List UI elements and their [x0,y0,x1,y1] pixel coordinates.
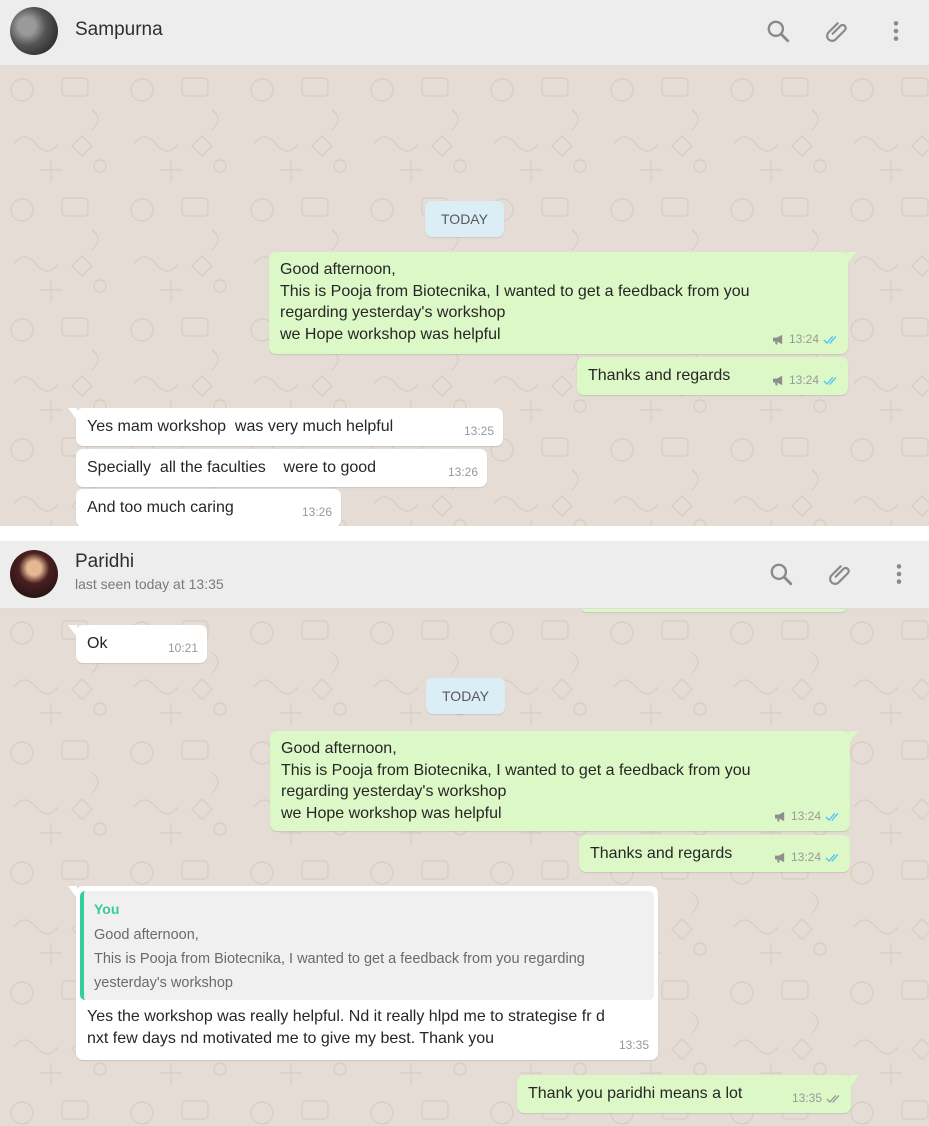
megaphone-icon [774,852,787,863]
message-text: Ok [87,635,108,652]
contact-name[interactable]: Sampurna [75,19,163,41]
message-time: 13:24 [790,849,821,864]
message-outgoing-partial [580,609,848,612]
message-outgoing[interactable]: Thanks and regards 13:24 [579,835,850,872]
message-list[interactable]: TODAY Good afternoon, This is Pooja from… [0,66,929,526]
last-seen-status: last seen today at 13:35 [75,576,224,592]
message-meta: 13:24 [774,847,841,869]
paperclip-icon[interactable] [826,560,854,588]
message-time: 13:24 [788,372,819,387]
message-time: 13:24 [790,808,821,823]
paperclip-icon[interactable] [823,17,851,45]
chat-window-sampurna: Sampurna TODAY Good afternoon, This is P… [0,0,929,526]
search-icon[interactable] [767,560,795,588]
chat-header: Paridhi last seen today at 13:35 [0,541,929,609]
message-meta: 10:21 [168,638,198,660]
chat-window-paridhi: Paridhi last seen today at 13:35 Ok 10:2… [0,541,929,1126]
message-text: Specially all the faculties were to good [87,459,377,476]
message-meta: 13:24 [772,370,839,392]
double-check-icon [825,852,841,863]
message-meta: 13:26 [448,462,478,484]
message-meta: 13:24 [774,806,841,828]
message-time: 13:24 [788,331,819,346]
message-text: Yes the workshop was really helpful. Nd … [87,1008,605,1047]
double-check-icon [823,375,839,386]
message-time: 13:35 [791,1090,822,1105]
message-outgoing[interactable]: Thank you paridhi means a lot 13:35 [517,1075,859,1113]
double-check-icon [823,334,839,345]
quoted-author: You [94,901,120,917]
megaphone-icon [772,375,785,386]
search-icon[interactable] [764,17,792,45]
date-separator: TODAY [426,678,505,714]
message-time: 13:26 [447,464,478,479]
message-time: 10:21 [167,640,198,655]
message-meta: 13:25 [464,421,494,443]
message-meta: 13:24 [772,329,839,351]
message-time: 13:26 [301,504,332,519]
message-time: 13:25 [463,423,494,438]
message-text: Thanks and regards [588,367,731,384]
double-check-icon [825,811,841,822]
contact-avatar[interactable] [10,7,58,55]
message-incoming[interactable]: Specially all the faculties were to good… [76,449,487,487]
contact-name[interactable]: Paridhi [75,551,134,573]
message-text: Thank you paridhi means a lot [528,1085,743,1102]
message-text: And too much caring [87,499,234,516]
more-vertical-icon[interactable] [885,560,913,588]
message-list[interactable]: Ok 10:21 TODAY Good afternoon, This is P… [0,609,929,1126]
message-outgoing[interactable]: Good afternoon, This is Pooja from Biote… [270,731,858,831]
message-incoming[interactable]: Ok 10:21 [68,625,207,663]
message-text: Thanks and regards [590,845,733,862]
message-outgoing[interactable]: Good afternoon, This is Pooja from Biote… [269,252,856,354]
message-time: 13:35 [618,1037,649,1052]
chat-header: Sampurna [0,0,929,66]
double-check-icon [826,1093,842,1104]
contact-avatar[interactable] [10,550,58,598]
message-meta: 13:35 [619,1035,649,1057]
quoted-text: Good afternoon, This is Pooja from Biote… [94,927,585,991]
message-meta: 13:35 [792,1088,842,1110]
message-text: Good afternoon, This is Pooja from Biote… [280,261,750,343]
message-incoming[interactable]: Yes mam workshop was very much helpful 1… [68,408,503,446]
date-separator: TODAY [425,201,504,237]
more-vertical-icon[interactable] [882,17,910,45]
megaphone-icon [774,811,787,822]
message-meta: 13:26 [302,502,332,524]
message-text: Good afternoon, This is Pooja from Biote… [281,740,751,822]
message-incoming[interactable]: And too much caring 13:26 [76,489,341,526]
message-outgoing[interactable]: Thanks and regards 13:24 [577,357,848,395]
message-incoming-reply[interactable]: You Good afternoon, This is Pooja from B… [68,886,658,1060]
megaphone-icon [772,334,785,345]
message-text: Yes mam workshop was very much helpful [87,418,394,435]
quoted-message[interactable]: You Good afternoon, This is Pooja from B… [80,891,654,1000]
